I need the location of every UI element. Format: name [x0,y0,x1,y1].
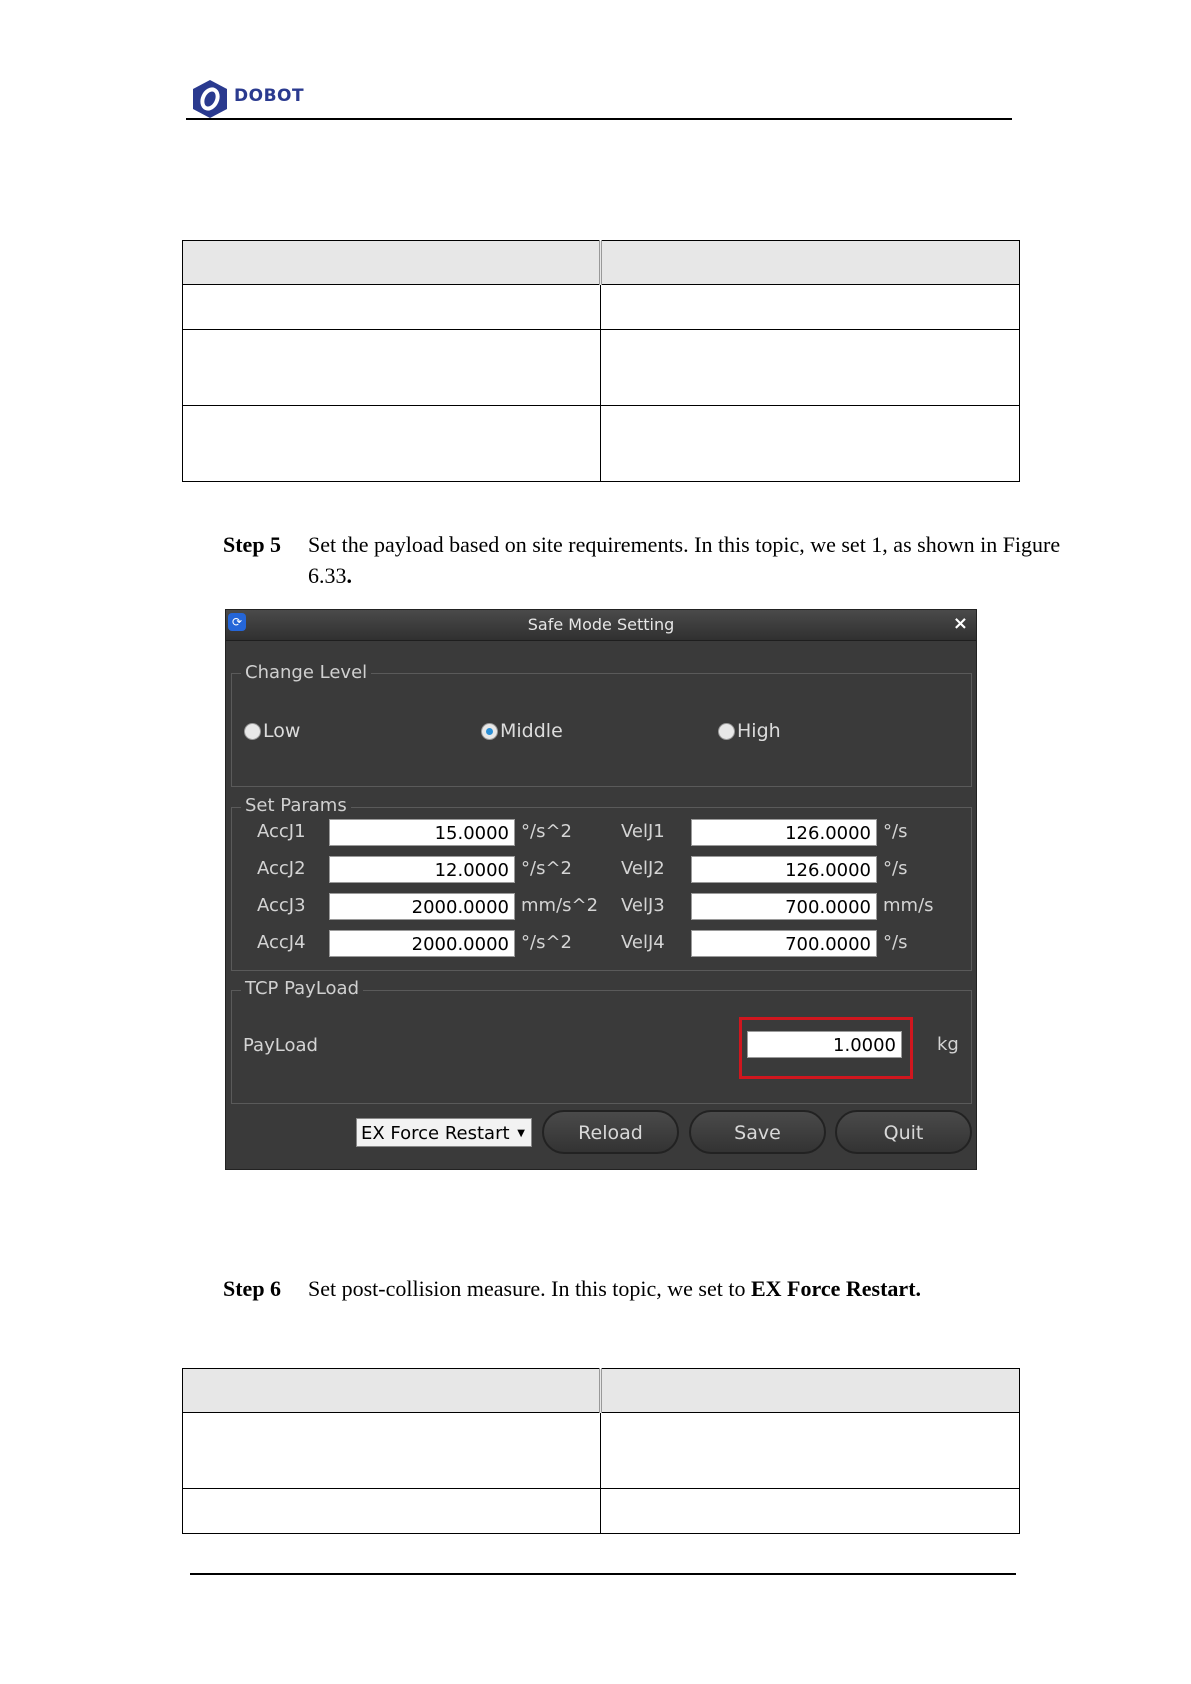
dobot-logo-icon [193,80,227,118]
velj1-unit: °/s [883,821,908,842]
table-cell [182,240,602,285]
radio-middle-indicator[interactable] [481,722,498,740]
payload-unit: kg [937,1034,959,1055]
table-cell [600,1488,1020,1534]
table-cell [182,329,601,406]
table-header-row [182,1368,1020,1413]
step6-label: Step 6 [223,1276,282,1301]
step6-text-bold: EX Force Restart. [751,1276,922,1301]
step5-text-line1: Set the payload based on site requiremen… [308,532,1061,557]
quit-button[interactable]: Quit [835,1110,972,1154]
table-cell [600,405,1020,482]
step6-text-plain: Set post-collision measure. In this topi… [308,1276,751,1301]
accj4-label: AccJ4 [257,932,306,953]
table-row [182,1412,1020,1489]
accj1-label: AccJ1 [257,821,306,842]
table-cell [182,1488,601,1534]
velj2-input[interactable]: 126.0000 [691,856,877,883]
table-cell [600,1368,1020,1413]
chevron-down-icon[interactable]: ▼ [517,1119,525,1148]
table-cell [600,284,1020,330]
radio-middle-label: Middle [500,720,563,742]
accj2-unit: °/s^2 [521,858,572,879]
table-row [182,405,1020,482]
velj1-label: VelJ1 [621,821,665,842]
accj3-unit: mm/s^2 [521,895,599,916]
close-icon[interactable]: × [953,613,968,634]
accj1-unit: °/s^2 [521,821,572,842]
table-cell [600,329,1020,406]
table-cell [182,1368,602,1413]
table-row [182,1488,1020,1534]
table-cell [182,284,601,330]
table-cell [182,405,601,482]
velj4-unit: °/s [883,932,908,953]
figure-ref: 6.33 [308,563,347,588]
save-button[interactable]: Save [689,1110,826,1154]
table-cell [600,240,1020,285]
table-cell [600,1412,1020,1489]
footer-rule [190,1573,1016,1575]
collision-action-value: EX Force Restart [361,1123,510,1144]
step6-text: Set post-collision measure. In this topi… [308,1272,921,1305]
velj3-input[interactable]: 700.0000 [691,893,877,920]
tcp-payload-title: TCP PayLoad [241,978,363,999]
radio-low-label: Low [263,720,301,742]
change-level-title: Change Level [241,662,372,683]
accj1-input[interactable]: 15.0000 [329,819,515,846]
velj3-label: VelJ3 [621,895,665,916]
table-cell [182,1412,601,1489]
payload-label: PayLoad [243,1035,318,1056]
radio-middle[interactable]: Middle [481,720,563,742]
dialog-titlebar[interactable]: ⟳ Safe Mode Setting × [226,610,976,641]
radio-high-label: High [737,720,781,742]
brand-name: DOBOT [234,86,305,106]
top-table [182,240,1020,482]
change-level-group [231,673,972,787]
table-row [182,329,1020,406]
accj2-label: AccJ2 [257,858,306,879]
velj4-label: VelJ4 [621,932,665,953]
table-header-row [182,240,1020,285]
reload-button[interactable]: Reload [542,1110,679,1154]
accj4-unit: °/s^2 [521,932,572,953]
radio-high[interactable]: High [718,720,781,742]
velj2-label: VelJ2 [621,858,665,879]
radio-high-indicator[interactable] [718,722,735,740]
header-rule [186,118,1012,120]
accj4-input[interactable]: 2000.0000 [329,930,515,957]
collision-action-select[interactable]: EX Force Restart ▼ [356,1118,532,1147]
bottom-table [182,1368,1020,1534]
step5-label: Step 5 [223,532,282,557]
safe-mode-dialog: ⟳ Safe Mode Setting × Change Level Low M… [225,609,977,1170]
set-params-title: Set Params [241,795,351,816]
dialog-title: Safe Mode Setting [527,615,675,634]
velj3-unit: mm/s [883,895,934,916]
payload-input[interactable]: 1.0000 [747,1031,902,1058]
accj3-input[interactable]: 2000.0000 [329,893,515,920]
radio-low[interactable]: Low [244,720,300,742]
radio-low-indicator[interactable] [244,722,261,740]
velj1-input[interactable]: 126.0000 [691,819,877,846]
table-row [182,284,1020,330]
step5-text-line2: 6.33. [308,559,352,592]
figure-ref-period: . [346,563,353,588]
velj4-input[interactable]: 700.0000 [691,930,877,957]
accj2-input[interactable]: 12.0000 [329,856,515,883]
accj3-label: AccJ3 [257,895,306,916]
velj2-unit: °/s [883,858,908,879]
